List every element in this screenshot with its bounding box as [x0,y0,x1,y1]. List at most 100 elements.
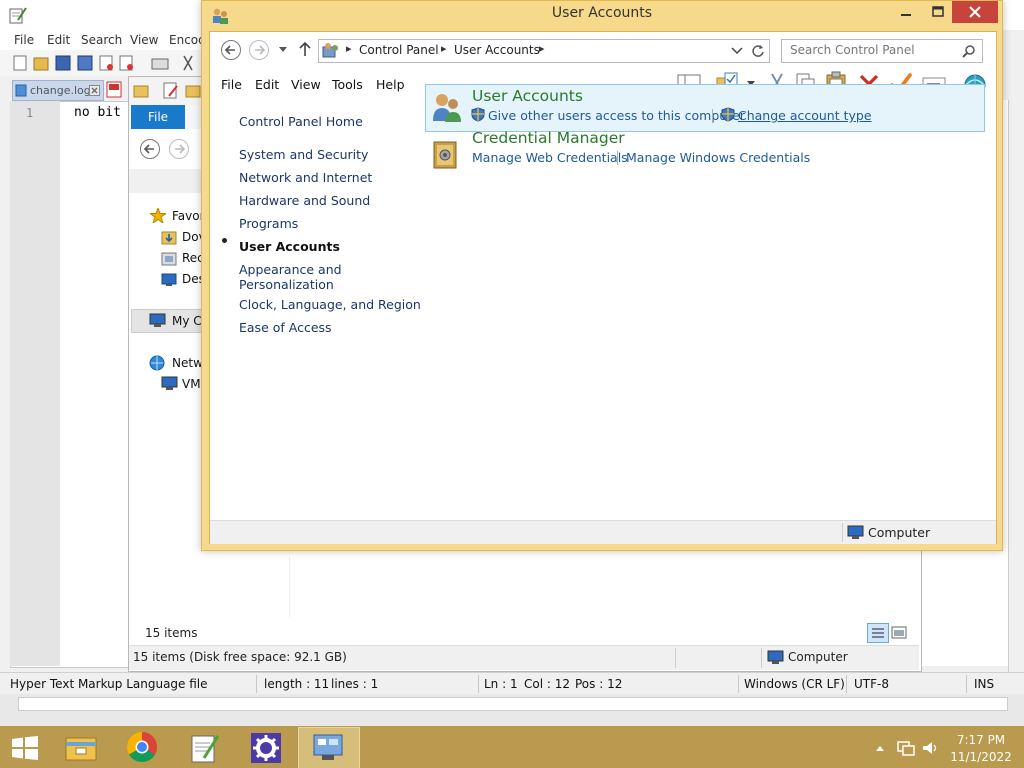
details-view-icon[interactable] [867,623,889,643]
notepad-statusbar: Hyper Text Markup Language file length :… [0,672,1024,695]
status-lines: lines : 1 [331,677,379,691]
notepad-tab-change-log[interactable]: change.log [12,80,104,101]
menu-file[interactable]: File [221,77,242,92]
explorer-status-computer: Computer [788,650,848,664]
menu-edit[interactable]: Edit [255,77,279,92]
taskbar [0,726,1024,768]
editor-text[interactable]: no bit [74,105,121,120]
notepad-menu-edit[interactable]: Edit [47,33,70,47]
explorer-forward-icon[interactable] [168,138,190,160]
items-count: 15 items [145,626,198,640]
nav-system-security[interactable]: System and Security [239,147,368,162]
notepad-tab-label: change.log [30,84,91,97]
notepad-tab-red-icon[interactable] [106,81,122,98]
recent-places-icon [161,252,177,266]
computer-icon [847,525,864,539]
clock-date[interactable]: 11/1/2022 [946,750,1016,764]
explorer-file-tab[interactable]: File [131,105,185,129]
nav-network-internet[interactable]: Network and Internet [239,170,372,185]
menu-tools[interactable]: Tools [332,77,363,92]
minimize-button[interactable] [892,1,920,23]
category-credential-manager[interactable]: Credential Manager [472,129,625,147]
status-eol: Windows (CR LF) [744,677,845,691]
show-hidden-icons-chevron-icon[interactable] [875,744,885,752]
nav-hardware-sound[interactable]: Hardware and Sound [239,193,370,208]
nav-clock-language-region[interactable]: Clock, Language, and Region [239,297,421,312]
user-accounts-icon [433,94,461,122]
category-title[interactable]: User Accounts [472,87,583,105]
address-bar[interactable]: ▸ Control Panel ▸ User Accounts ▸ [318,39,750,63]
nav-user-accounts[interactable]: User Accounts [239,239,340,254]
explorer-statusbar: 15 items (Disk free space: 92.1 GB) Comp… [129,645,919,670]
status-length: length : 11 [264,677,330,691]
taskbar-control-panel[interactable] [298,727,360,768]
start-button[interactable] [0,727,50,767]
task-give-access[interactable]: Give other users access to this computer [488,108,745,123]
notepad-toolbar-icons[interactable] [12,54,202,72]
breadcrumb-control-panel[interactable]: Control Panel [359,43,439,57]
computer-icon [149,313,166,327]
nav-personalization[interactable]: Personalization [239,277,334,292]
forward-icon[interactable] [248,39,270,61]
windows-logo-icon [12,736,38,760]
downloads-icon [161,231,177,245]
refresh-button[interactable] [747,39,770,63]
notepad-menu-file[interactable]: File [14,33,34,47]
notepad-app-icon [9,7,27,24]
desktop-icon [161,273,177,286]
notepad-vscroll[interactable] [1008,100,1024,680]
task-change-account-type[interactable]: Change account type [738,108,872,123]
menu-view[interactable]: View [291,77,321,92]
explorer-back-icon[interactable] [139,138,161,160]
new-folder-icon[interactable] [185,83,201,99]
task-manage-web-credentials[interactable]: Manage Web Credentials [472,150,628,165]
maximize-button[interactable] [924,1,952,23]
menu-help[interactable]: Help [376,77,405,92]
properties-icon[interactable] [163,82,179,100]
status-divider [761,648,762,668]
nav-ease-of-access[interactable]: Ease of Access [239,320,332,335]
nav-control-panel-home[interactable]: Control Panel Home [239,114,363,129]
large-icons-view-icon[interactable] [891,625,907,641]
back-icon[interactable] [220,39,242,61]
task-separator [712,109,713,123]
window-client: ▸ Control Panel ▸ User Accounts ▸ Search… [209,31,997,544]
shield-icon [721,107,735,122]
notepad-bottom-area [0,694,1024,726]
disk-free-status: 15 items (Disk free space: 92.1 GB) [133,650,347,664]
taskbar-file-explorer[interactable] [52,727,110,767]
close-button[interactable] [952,1,998,23]
tree-favorites[interactable]: Favor [172,209,205,223]
up-arrow-icon[interactable] [298,41,312,57]
breadcrumb-sep-icon: ▸ [441,42,447,55]
taskbar-notepad-plus[interactable] [175,727,233,767]
nav-programs[interactable]: Programs [239,216,298,231]
notepad-menu-search[interactable]: Search [81,33,122,47]
tab-close-icon[interactable] [89,85,100,96]
status-filetype: Hyper Text Markup Language file [10,677,208,691]
status-encoding: UTF-8 [854,677,889,691]
task-manage-windows-credentials[interactable]: Manage Windows Credentials [626,150,810,165]
taskbar-chrome[interactable] [113,727,171,767]
window-statusbar: Computer [210,520,996,544]
volume-icon[interactable] [921,739,939,757]
taskbar-settings[interactable] [237,727,295,767]
breadcrumb-user-accounts[interactable]: User Accounts [454,43,540,57]
maximize-icon [932,6,944,17]
notepad-menu-view[interactable]: View [130,33,158,47]
search-icon[interactable] [962,44,976,58]
notepad-menubar: File Edit Search View Encod [0,30,210,50]
notepad-hscroll[interactable] [18,697,1008,711]
network-tray-icon[interactable] [897,739,915,757]
refresh-icon [752,45,764,57]
search-box[interactable]: Search Control Panel [781,39,983,63]
category-user-accounts[interactable]: User Accounts Give other users access to… [425,84,985,132]
status-pos: Pos : 12 [575,677,623,691]
nav-appearance[interactable]: Appearance and [239,262,342,277]
address-dropdown-icon[interactable] [731,47,743,55]
window-title: User Accounts [551,5,653,21]
clock-time[interactable]: 7:17 PM [946,733,1016,747]
user-accounts-window: User Accounts ▸ Control Panel ▸ User Acc… [201,0,1003,551]
network-icon [149,355,165,371]
recent-pages-chevron-icon[interactable] [278,46,288,54]
